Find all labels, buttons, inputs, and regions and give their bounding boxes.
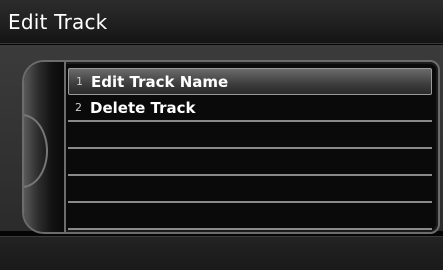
menu-item-number: 2 bbox=[75, 101, 82, 114]
menu-item-empty bbox=[68, 176, 432, 203]
menu-item-edit-track-name[interactable]: 1 Edit Track Name bbox=[68, 68, 432, 95]
menu-item-label: Delete Track bbox=[90, 98, 196, 117]
menu-item-delete-track[interactable]: 2 Delete Track bbox=[68, 95, 432, 122]
menu-list: 1 Edit Track Name 2 Delete Track bbox=[68, 68, 432, 230]
page-title: Edit Track bbox=[8, 10, 108, 34]
bottom-bar bbox=[0, 236, 443, 270]
menu-item-empty bbox=[68, 203, 432, 230]
nav-screen: Edit Track 1 Edit Track Name 2 Delete Tr… bbox=[0, 0, 443, 270]
menu-list-frame: 1 Edit Track Name 2 Delete Track bbox=[22, 60, 440, 234]
title-bar: Edit Track bbox=[0, 0, 443, 44]
menu-item-number: 1 bbox=[76, 75, 83, 88]
menu-item-label: Edit Track Name bbox=[91, 72, 229, 91]
menu-item-empty bbox=[68, 122, 432, 149]
menu-item-empty bbox=[68, 149, 432, 176]
left-bezel-decoration bbox=[24, 62, 66, 232]
